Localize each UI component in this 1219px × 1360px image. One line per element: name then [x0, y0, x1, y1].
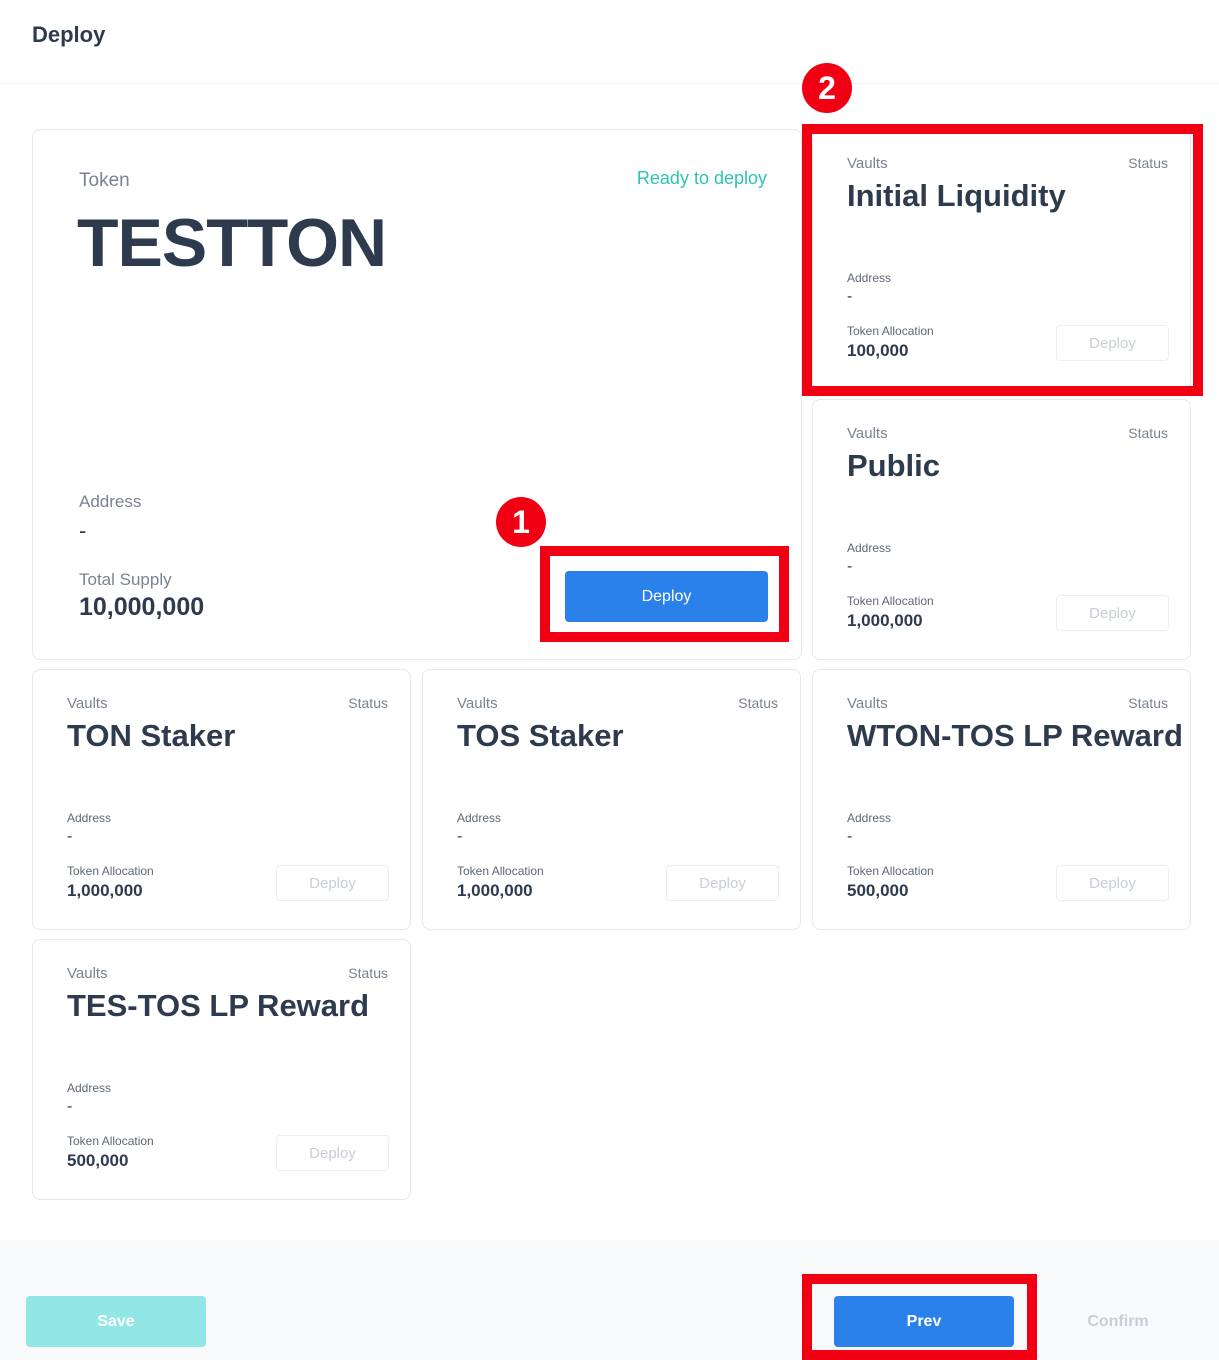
confirm-button[interactable]: Confirm — [1028, 1296, 1208, 1347]
token-address: - — [79, 518, 87, 543]
vault-allocation-label: Token Allocation — [847, 324, 934, 338]
vault-name: TON Staker — [67, 718, 236, 753]
page-title: Deploy — [32, 22, 106, 47]
vault-address: - — [847, 828, 853, 845]
vault-card-wton-tos-lp-reward: Vaults Status WTON-TOS LP Reward Address… — [812, 669, 1191, 930]
vault-address-label: Address — [67, 1081, 112, 1095]
token-label: Token — [79, 170, 130, 191]
vault-name: Public — [847, 448, 941, 483]
vault-card-tes-tos-lp-reward: Vaults Status TES-TOS LP Reward Address … — [32, 939, 411, 1200]
vault-deploy-button[interactable]: Deploy — [1056, 325, 1169, 361]
vault-label: Vaults — [847, 695, 888, 712]
vault-name: Initial Liquidity — [847, 178, 1066, 213]
vault-label: Vaults — [67, 695, 108, 712]
vault-deploy-button[interactable]: Deploy — [276, 1135, 389, 1171]
vault-allocation-label: Token Allocation — [67, 1134, 154, 1148]
vault-name: TES-TOS LP Reward — [67, 988, 370, 1023]
vault-address-label: Address — [847, 541, 892, 555]
vault-card-ton-staker: Vaults Status TON Staker Address - Token… — [32, 669, 411, 930]
vault-deploy-button[interactable]: Deploy — [276, 865, 389, 901]
vault-allocation: 500,000 — [67, 1151, 129, 1170]
vault-address-label: Address — [847, 811, 892, 825]
vault-address: - — [67, 828, 73, 845]
vault-status: Status — [1128, 695, 1168, 711]
vault-name: TOS Staker — [457, 718, 624, 753]
vault-allocation: 1,000,000 — [457, 881, 533, 900]
vault-allocation: 1,000,000 — [67, 881, 143, 900]
vault-allocation: 100,000 — [847, 341, 909, 360]
vault-deploy-button[interactable]: Deploy — [1056, 865, 1169, 901]
vault-allocation: 1,000,000 — [847, 611, 923, 630]
vault-label: Vaults — [457, 695, 498, 712]
token-status: Ready to deploy — [636, 168, 767, 188]
token-deploy-button[interactable]: Deploy — [565, 571, 768, 622]
token-card: Token TESTTON Ready to deploy Address - … — [32, 129, 802, 660]
vault-allocation: 500,000 — [847, 881, 909, 900]
vault-allocation-label: Token Allocation — [67, 864, 154, 878]
vault-status: Status — [738, 695, 778, 711]
page-header: Deploy — [0, 0, 1219, 84]
vault-address: - — [847, 558, 853, 575]
vault-deploy-button[interactable]: Deploy — [666, 865, 779, 901]
vault-allocation-label: Token Allocation — [457, 864, 544, 878]
prev-button[interactable]: Prev — [834, 1296, 1014, 1347]
token-address-label: Address — [79, 492, 142, 511]
token-name: TESTTON — [77, 205, 387, 281]
token-supply-label: Total Supply — [79, 570, 172, 589]
vault-address-label: Address — [457, 811, 502, 825]
footer-bar: Save Prev Confirm — [0, 1240, 1219, 1360]
vault-status: Status — [348, 695, 388, 711]
vault-address: - — [457, 828, 463, 845]
vault-address-label: Address — [847, 271, 892, 285]
vault-label: Vaults — [847, 155, 888, 172]
vault-card-initial-liquidity: Vaults Status Initial Liquidity Address … — [812, 129, 1191, 390]
save-button[interactable]: Save — [26, 1296, 206, 1347]
vault-allocation-label: Token Allocation — [847, 864, 934, 878]
vault-label: Vaults — [67, 965, 108, 982]
vault-status: Status — [1128, 425, 1168, 441]
vault-card-public: Vaults Status Public Address - Token All… — [812, 399, 1191, 660]
token-supply: 10,000,000 — [79, 593, 205, 621]
vault-address: - — [847, 288, 853, 305]
vault-label: Vaults — [847, 425, 888, 442]
step-marker-2: 2 — [802, 63, 852, 113]
vault-status: Status — [348, 965, 388, 981]
vault-status: Status — [1128, 155, 1168, 171]
vault-allocation-label: Token Allocation — [847, 594, 934, 608]
vault-address-label: Address — [67, 811, 112, 825]
vault-card-tos-staker: Vaults Status TOS Staker Address - Token… — [422, 669, 801, 930]
vault-name: WTON-TOS LP Reward — [847, 718, 1183, 753]
vault-address: - — [67, 1098, 73, 1115]
vault-deploy-button[interactable]: Deploy — [1056, 595, 1169, 631]
step-marker-1: 1 — [496, 497, 546, 547]
